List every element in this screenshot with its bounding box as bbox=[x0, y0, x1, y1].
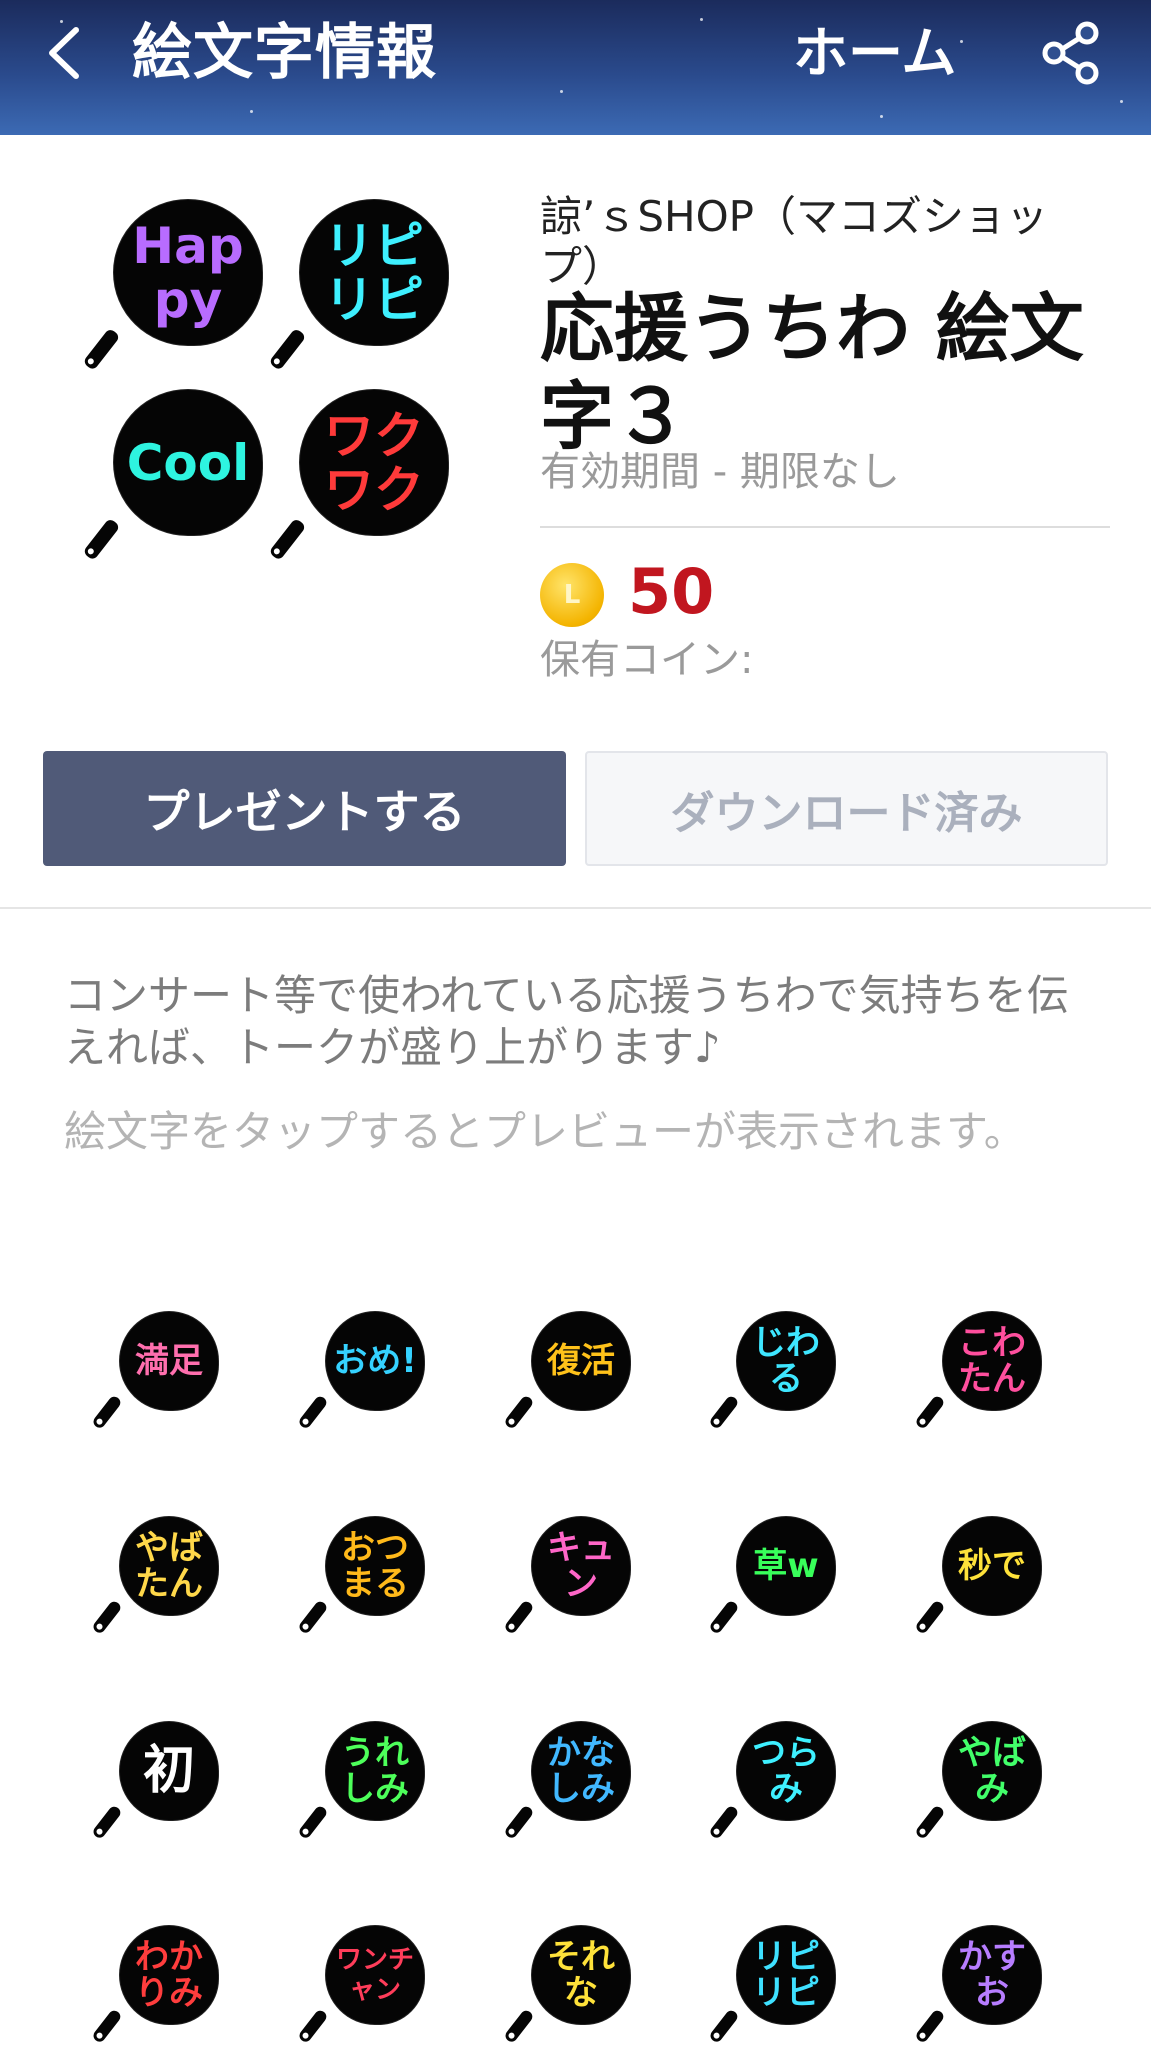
emoji-item[interactable]: 満足 bbox=[91, 1312, 224, 1432]
emoji-item[interactable]: それな bbox=[503, 1926, 636, 2046]
coin-symbol: L bbox=[563, 580, 581, 610]
emoji-label: おめ! bbox=[333, 1341, 417, 1381]
back-button[interactable] bbox=[30, 18, 100, 88]
emoji-item[interactable]: つらみ bbox=[708, 1722, 841, 1842]
emoji-label: 草w bbox=[753, 1546, 819, 1586]
share-button[interactable] bbox=[1038, 20, 1104, 86]
emoji-item[interactable]: 初 bbox=[91, 1722, 224, 1842]
emoji-item[interactable]: やばみ bbox=[914, 1722, 1047, 1842]
thumbnail-emoji: リピリピ bbox=[268, 200, 450, 375]
product-title: 応援うちわ 絵文字３ bbox=[540, 286, 1084, 460]
emoji-label: かすお bbox=[958, 1937, 1026, 2013]
thumbnail-grid: Happy リピリピ Cool ワクワク bbox=[82, 200, 464, 580]
emoji-item[interactable]: キュン bbox=[503, 1517, 636, 1637]
page-title: 絵文字情報 bbox=[132, 18, 437, 88]
coin-icon: L bbox=[540, 563, 604, 627]
thumbnail-emoji: Cool bbox=[82, 390, 264, 565]
emoji-item[interactable]: じわる bbox=[708, 1312, 841, 1432]
emoji-label: やばみ bbox=[958, 1733, 1026, 1809]
emoji-item[interactable]: 秒で bbox=[914, 1517, 1047, 1637]
emoji-label: ワンチャン bbox=[335, 1945, 414, 2005]
emoji-label: こわたん bbox=[958, 1323, 1026, 1399]
emoji-label: かなしみ bbox=[547, 1733, 615, 1809]
section-divider bbox=[0, 907, 1151, 909]
emoji-item[interactable]: おつまる bbox=[297, 1517, 430, 1637]
emoji-item[interactable]: 草w bbox=[708, 1517, 841, 1637]
emoji-grid: 満足 おめ! 復活 じわる こわたん やばたん おつまる キュン 草w 秒で 初… bbox=[0, 1300, 1151, 2048]
emoji-label: 復活 bbox=[547, 1341, 615, 1381]
emoji-item[interactable]: かなしみ bbox=[503, 1722, 636, 1842]
emoji-label: それな bbox=[547, 1937, 615, 2013]
thumbnail-label: リピリピ bbox=[324, 216, 424, 329]
thumbnail-label: Happy bbox=[132, 216, 244, 329]
description-text: コンサート等で使われている応援うちわで気持ちを伝えれば、トークが盛り上がります♪ bbox=[64, 971, 1069, 1072]
emoji-item[interactable]: わかりみ bbox=[91, 1926, 224, 2046]
hint-text: 絵文字をタップするとプレビューが表示されます。 bbox=[64, 1107, 1026, 1156]
header-bar: 絵文字情報 ホーム bbox=[0, 0, 1151, 135]
share-icon bbox=[1042, 21, 1099, 85]
divider bbox=[540, 526, 1110, 528]
thumbnail-emoji: Happy bbox=[82, 200, 264, 375]
emoji-label: 満足 bbox=[135, 1341, 203, 1381]
emoji-label: じわる bbox=[752, 1323, 820, 1399]
emoji-label: やばたん bbox=[135, 1528, 203, 1604]
price: 50 bbox=[628, 555, 715, 628]
emoji-item[interactable]: かすお bbox=[914, 1926, 1047, 2046]
thumbnail-emoji: ワクワク bbox=[268, 390, 450, 565]
home-link[interactable]: ホーム bbox=[793, 6, 956, 101]
present-button[interactable]: プレゼントする bbox=[43, 751, 566, 866]
downloaded-button: ダウンロード済み bbox=[585, 751, 1108, 866]
emoji-label: リピリピ bbox=[752, 1937, 820, 2013]
emoji-label: わかりみ bbox=[135, 1937, 203, 2013]
owned-coins-text: 保有コイン: bbox=[540, 637, 754, 683]
emoji-item[interactable]: うれしみ bbox=[297, 1722, 430, 1842]
emoji-label: おつまる bbox=[341, 1528, 409, 1604]
validity-text: 有効期間 - 期限なし bbox=[540, 449, 900, 495]
emoji-item[interactable]: おめ! bbox=[297, 1312, 430, 1432]
emoji-item[interactable]: こわたん bbox=[914, 1312, 1047, 1432]
emoji-label: 秒で bbox=[958, 1546, 1026, 1586]
thumbnail-label: ワクワク bbox=[324, 406, 424, 519]
author-name[interactable]: 諒’ｓSHOP（マコズショップ） bbox=[540, 192, 1080, 292]
emoji-label: キュン bbox=[547, 1528, 615, 1604]
emoji-label: うれしみ bbox=[341, 1733, 409, 1809]
emoji-item[interactable]: やばたん bbox=[91, 1517, 224, 1637]
chevron-left-icon bbox=[49, 27, 79, 79]
emoji-item[interactable]: ワンチャン bbox=[297, 1926, 430, 2046]
thumbnail-label: Cool bbox=[126, 433, 250, 492]
emoji-item[interactable]: 復活 bbox=[503, 1312, 636, 1432]
emoji-label: 初 bbox=[142, 1741, 195, 1801]
emoji-item[interactable]: リピリピ bbox=[708, 1926, 841, 2046]
emoji-label: つらみ bbox=[752, 1733, 820, 1809]
